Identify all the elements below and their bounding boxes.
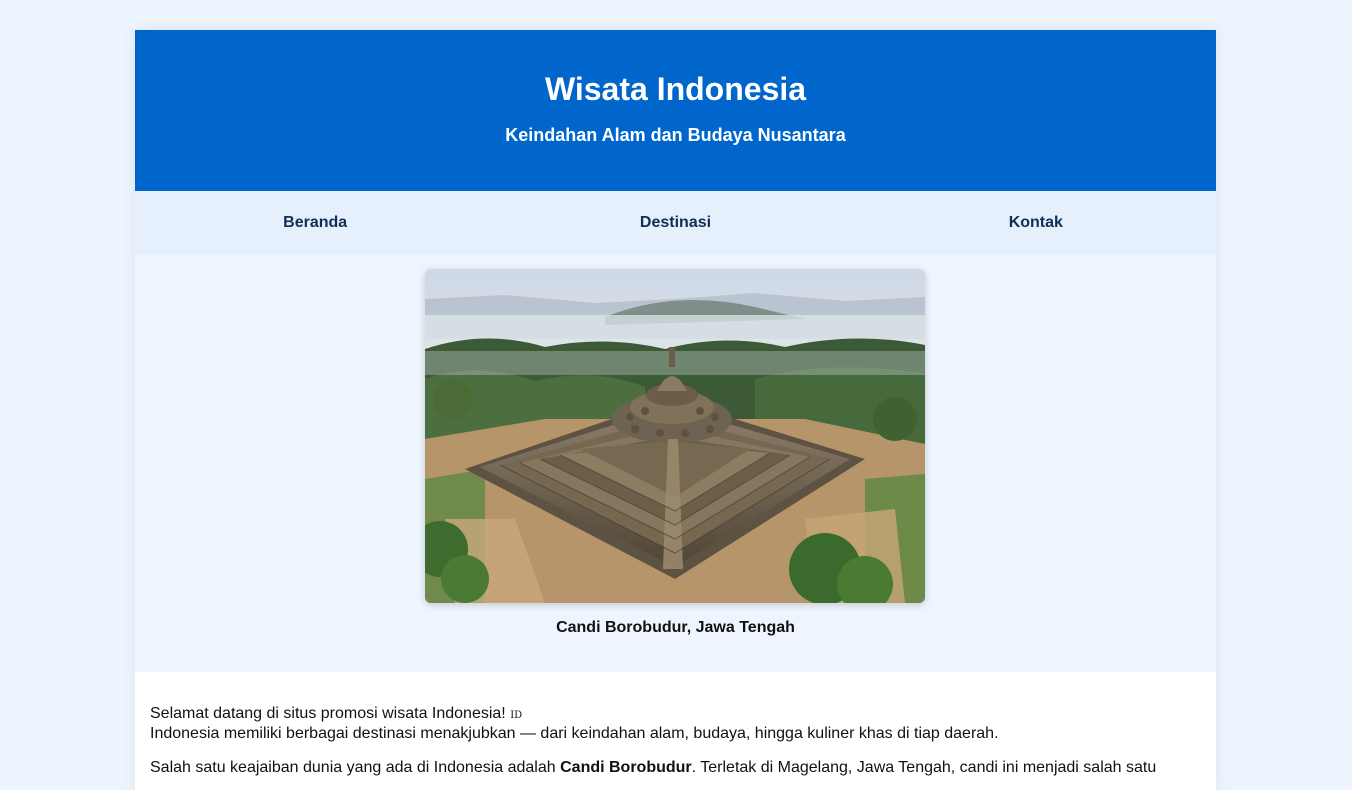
site-subtitle: Keindahan Alam dan Budaya Nusantara <box>505 125 846 145</box>
welcome-text: Selamat datang di situs promosi wisata I… <box>150 705 506 722</box>
main-content: Selamat datang di situs promosi wisata I… <box>135 672 1216 790</box>
borobudur-image <box>425 269 925 603</box>
para2-end: . Terletak di Magelang, Jawa Tengah, can… <box>691 759 1157 776</box>
indonesia-flag-icon: ID <box>510 710 523 721</box>
borobudur-illustration <box>425 269 925 603</box>
nav-item-beranda[interactable]: Beranda <box>135 214 495 232</box>
nav-item-destinasi[interactable]: Destinasi <box>495 214 855 232</box>
page-container: Wisata Indonesia Keindahan Alam dan Buda… <box>135 30 1216 790</box>
site-header: Wisata Indonesia Keindahan Alam dan Buda… <box>135 30 1216 191</box>
nav-item-kontak[interactable]: Kontak <box>856 214 1216 232</box>
hero-caption: Candi Borobudur, Jawa Tengah <box>556 619 795 636</box>
welcome-paragraph: Selamat datang di situs promosi wisata I… <box>150 705 1201 743</box>
intro-text: Indonesia memiliki berbagai destinasi me… <box>150 725 999 742</box>
hero-section: Candi Borobudur, Jawa Tengah <box>135 255 1216 672</box>
site-title: Wisata Indonesia <box>544 71 807 107</box>
borobudur-paragraph: Salah satu keajaiban dunia yang ada di I… <box>150 759 1201 777</box>
main-nav: Beranda Destinasi Kontak <box>135 191 1216 255</box>
borobudur-highlight: Candi Borobudur <box>560 759 692 776</box>
para2-start: Salah satu keajaiban dunia yang ada di I… <box>150 759 561 776</box>
